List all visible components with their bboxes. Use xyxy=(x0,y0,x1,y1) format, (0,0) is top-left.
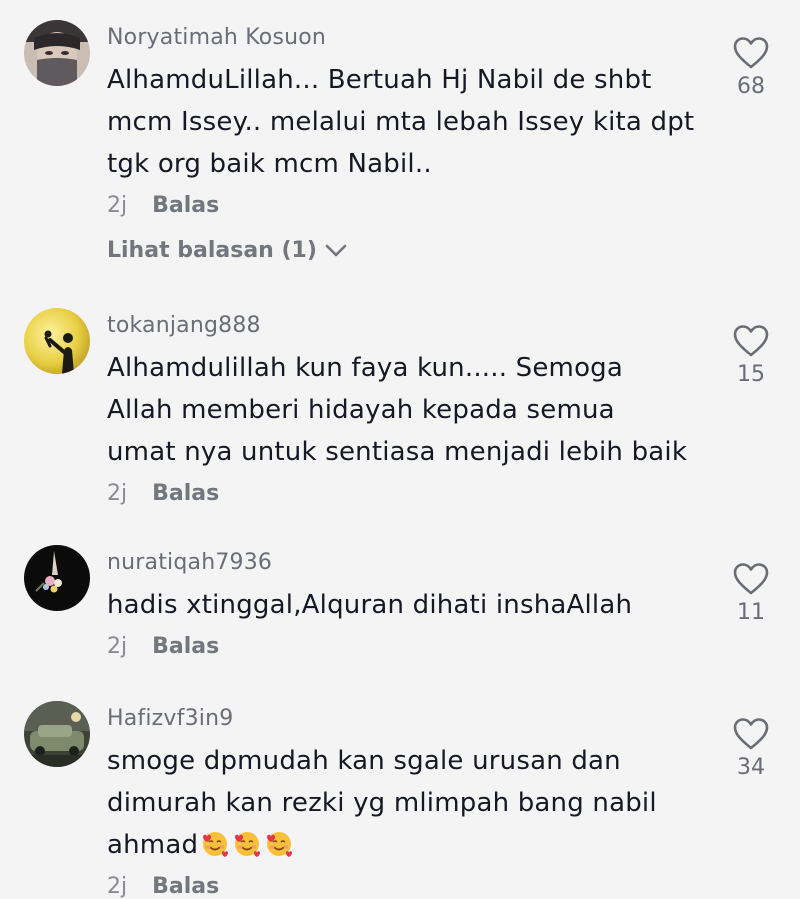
comment-text-content: smoge dpmudah kan sgale urusan dan dimur… xyxy=(107,746,657,860)
smiling-face-with-hearts-icon xyxy=(235,832,261,857)
comment-username[interactable]: nuratiqah7936 xyxy=(107,550,707,576)
like-button[interactable]: 11 xyxy=(726,562,776,626)
comment-text: smoge dpmudah kan sgale urusan dan dimur… xyxy=(107,740,707,866)
comment-text: AlhamduLillah... Bertuah Hj Nabil de shb… xyxy=(107,65,695,179)
like-count: 68 xyxy=(737,74,765,99)
avatar[interactable] xyxy=(24,545,90,611)
reply-button[interactable]: Balas xyxy=(152,874,219,899)
comment-time: 2j xyxy=(107,481,128,506)
avatar[interactable] xyxy=(24,701,90,767)
like-count: 15 xyxy=(737,362,765,387)
avatar[interactable] xyxy=(24,20,90,86)
comment-username[interactable]: Noryatimah Kosuon xyxy=(107,25,707,51)
avatar-image xyxy=(24,701,90,767)
avatar-image xyxy=(24,20,90,86)
comment-meta: 2j Balas xyxy=(107,874,707,899)
comment-time: 2j xyxy=(107,634,128,659)
like-button[interactable]: 34 xyxy=(726,717,776,781)
chevron-down-icon xyxy=(325,244,347,256)
reply-button[interactable]: Balas xyxy=(152,481,219,506)
avatar-image xyxy=(24,308,90,374)
heart-outline-icon xyxy=(733,325,769,357)
like-button[interactable]: 15 xyxy=(726,324,776,388)
comment-meta: 2j Balas xyxy=(107,634,707,659)
comment-text: Alhamdulillah kun faya kun..... Semoga A… xyxy=(107,353,688,467)
smiling-face-with-hearts-icon xyxy=(267,832,293,857)
comment-text: hadis xtinggal,Alquran dihati inshaAllah xyxy=(107,590,633,620)
avatar[interactable] xyxy=(24,308,90,374)
comment-meta: 2j Balas xyxy=(107,481,707,506)
comment-time: 2j xyxy=(107,874,128,899)
heart-outline-icon xyxy=(733,718,769,750)
heart-outline-icon xyxy=(733,563,769,595)
comment-meta: 2j Balas xyxy=(107,193,707,218)
comment-time: 2j xyxy=(107,193,128,218)
smiling-face-with-hearts-icon xyxy=(203,832,229,857)
like-count: 34 xyxy=(737,755,765,780)
reply-button[interactable]: Balas xyxy=(152,193,219,218)
comment-username[interactable]: tokanjang888 xyxy=(107,313,707,339)
like-button[interactable]: 68 xyxy=(726,36,776,100)
like-count: 11 xyxy=(737,600,765,625)
avatar-image xyxy=(24,545,90,611)
view-replies-label: Lihat balasan (1) xyxy=(107,238,317,263)
heart-outline-icon xyxy=(733,37,769,69)
comment-username[interactable]: Hafizvf3in9 xyxy=(107,706,707,732)
view-replies-button[interactable]: Lihat balasan (1) xyxy=(107,238,707,263)
reply-button[interactable]: Balas xyxy=(152,634,219,659)
